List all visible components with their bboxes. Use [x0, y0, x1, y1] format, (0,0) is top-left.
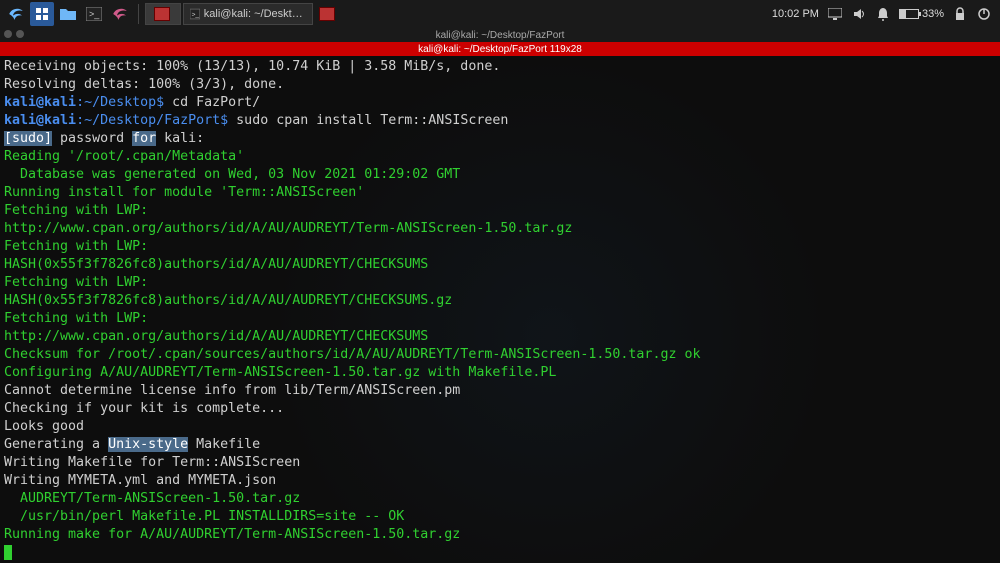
term-line: HASH(0x55f3f7826fc8)authors/id/A/AU/AUDR… [4, 257, 428, 272]
term-prompt-user: kali@kali [4, 113, 76, 128]
panel-right: 10:02 PM 33% [772, 6, 1000, 22]
lock-icon[interactable] [952, 6, 968, 22]
term-line: Checksum for /root/.cpan/sources/authors… [4, 347, 700, 362]
window-titlebar[interactable]: kali@kali: ~/Desktop/FazPort [0, 28, 1000, 42]
taskbar-button-1[interactable] [145, 3, 181, 25]
term-prompt-path: :~/Desktop/FazPort$ [76, 113, 228, 128]
taskbar-button-2[interactable]: >_ kali@kali: ~/Desktop/Fa... [183, 3, 313, 25]
term-line: Receiving objects: 100% (13/13), 10.74 K… [4, 59, 500, 74]
clock[interactable]: 10:02 PM [772, 8, 819, 20]
window-min-icon[interactable] [4, 30, 12, 38]
term-line: Running make for A/AU/AUDREYT/Term-ANSIS… [4, 527, 460, 542]
term-line: kali: [156, 131, 204, 146]
taskbar-label-2: kali@kali: ~/Desktop/Fa... [204, 8, 306, 20]
battery-icon [899, 9, 919, 19]
term-line: /usr/bin/perl Makefile.PL INSTALLDIRS=si… [4, 509, 404, 524]
notifications-icon[interactable] [875, 6, 891, 22]
term-line: AUDREYT/Term-ANSIScreen-1.50.tar.gz [4, 491, 300, 506]
term-line: password [52, 131, 132, 146]
term-line: Cannot determine license info from lib/T… [4, 383, 460, 398]
term-line: HASH(0x55f3f7826fc8)authors/id/A/AU/AUDR… [4, 293, 452, 308]
term-line: Writing Makefile for Term::ANSIScreen [4, 455, 300, 470]
term-line: [sudo] [4, 131, 52, 146]
files-icon[interactable] [56, 2, 80, 26]
panel-separator [138, 4, 139, 24]
term-line: http://www.cpan.org/authors/id/A/AU/AUDR… [4, 329, 428, 344]
svg-text:>_: >_ [192, 11, 200, 18]
window-buttons [4, 30, 24, 38]
term-prompt-path: :~/Desktop$ [76, 95, 164, 110]
term-line: Looks good [4, 419, 84, 434]
term-line: Generating a [4, 437, 108, 452]
terminal-launcher-icon[interactable]: >_ [82, 2, 106, 26]
term-line: Database was generated on Wed, 03 Nov 20… [4, 167, 460, 182]
term-line: Fetching with LWP: [4, 239, 148, 254]
recording-indicator-icon[interactable] [319, 7, 335, 21]
battery-percent: 33% [922, 8, 944, 20]
panel-left: >_ >_ kali@kali: ~/Desktop/Fa... [0, 2, 335, 26]
workspace-thumb-icon [154, 7, 170, 21]
term-line: http://www.cpan.org/authors/id/A/AU/AUDR… [4, 221, 572, 236]
term-line: Reading '/root/.cpan/Metadata' [4, 149, 244, 164]
cursor-icon [4, 545, 12, 560]
term-line: for [132, 131, 156, 146]
term-prompt-user: kali@kali [4, 95, 76, 110]
term-line: Fetching with LWP: [4, 203, 148, 218]
term-line: Running install for module 'Term::ANSISc… [4, 185, 364, 200]
battery-fill [900, 10, 906, 18]
terminal-tab[interactable]: kali@kali: ~/Desktop/FazPort 119x28 [0, 42, 1000, 56]
term-line: Fetching with LWP: [4, 275, 148, 290]
kali-menu-icon[interactable] [4, 2, 28, 26]
term-line: Makefile [188, 437, 260, 452]
term-line: Resolving deltas: 100% (3/3), done. [4, 77, 284, 92]
window-title: kali@kali: ~/Desktop/FazPort [436, 30, 565, 41]
window-max-icon[interactable] [16, 30, 24, 38]
term-cmd: sudo cpan install Term::ANSIScreen [228, 113, 508, 128]
terminal-window: kali@kali: ~/Desktop/FazPort kali@kali: … [0, 28, 1000, 563]
battery-indicator[interactable]: 33% [899, 8, 944, 20]
svg-text:>_: >_ [89, 9, 100, 19]
term-line: Configuring A/AU/AUDREYT/Term-ANSIScreen… [4, 365, 556, 380]
term-line: Unix-style [108, 437, 188, 452]
power-icon[interactable] [976, 6, 992, 22]
top-panel: >_ >_ kali@kali: ~/Desktop/Fa... 10:02 P… [0, 0, 1000, 28]
terminal-tab-label: kali@kali: ~/Desktop/FazPort 119x28 [418, 44, 582, 55]
volume-icon[interactable] [851, 6, 867, 22]
terminal-body[interactable]: Receiving objects: 100% (13/13), 10.74 K… [0, 56, 1000, 563]
term-cmd: cd FazPort/ [164, 95, 260, 110]
activities-icon[interactable] [30, 2, 54, 26]
display-icon[interactable] [827, 6, 843, 22]
kali-tools-icon[interactable] [108, 2, 132, 26]
term-line: Checking if your kit is complete... [4, 401, 284, 416]
term-line: Fetching with LWP: [4, 311, 148, 326]
terminal-small-icon: >_ [190, 8, 200, 20]
term-line: Writing MYMETA.yml and MYMETA.json [4, 473, 276, 488]
